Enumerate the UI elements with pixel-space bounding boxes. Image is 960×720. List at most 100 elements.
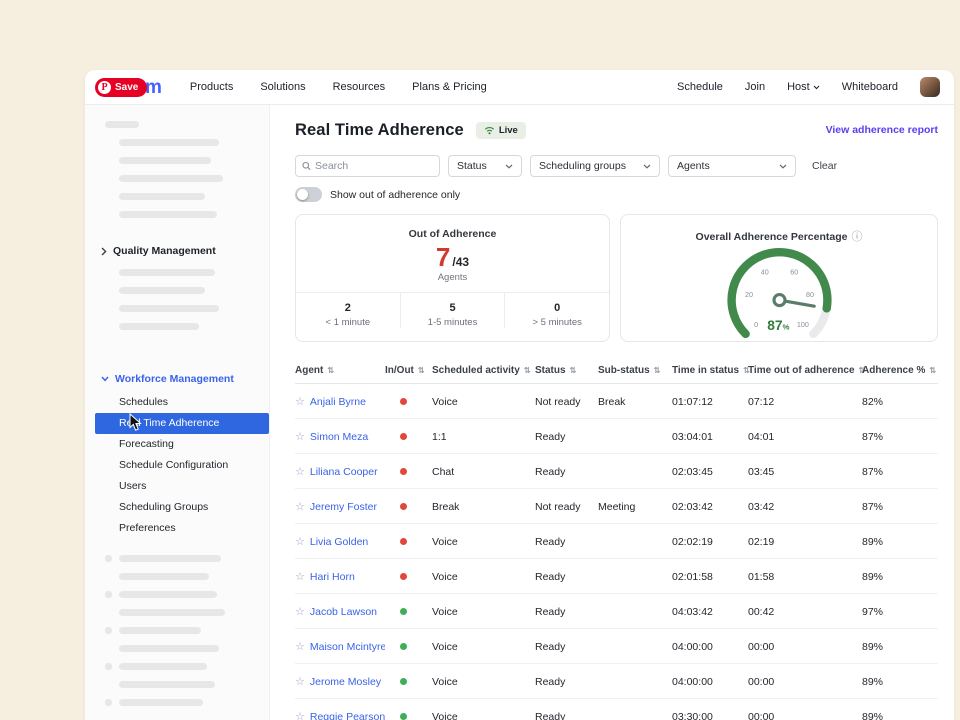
agent-name-link[interactable]: Jerome Mosley	[310, 676, 381, 688]
column-header-status[interactable]: Status⇅	[535, 358, 598, 384]
table-row[interactable]: ☆Jeremy Foster Break Not ready Meeting 0…	[295, 489, 938, 524]
favorite-star-icon[interactable]: ☆	[295, 466, 305, 478]
table-row[interactable]: ☆Livia Golden Voice Ready 02:02:19 02:19…	[295, 524, 938, 559]
table-row[interactable]: ☆Hari Horn Voice Ready 02:01:58 01:58 89…	[295, 559, 938, 594]
column-header-in-out[interactable]: In/Out⇅	[385, 358, 432, 384]
page-title: Real Time Adherence	[295, 121, 464, 140]
skeleton-row	[105, 609, 269, 616]
chevron-down-icon	[813, 81, 820, 93]
in-out-status-dot	[400, 398, 407, 405]
nav-right-group: Schedule Join Host Whiteboard	[677, 77, 940, 97]
table-row[interactable]: ☆Maison Mcintyre Voice Ready 04:00:00 00…	[295, 629, 938, 664]
table-row[interactable]: ☆Simon Meza 1:1 Ready 03:04:01 04:01 87%	[295, 419, 938, 454]
favorite-star-icon[interactable]: ☆	[295, 536, 305, 548]
agent-name-link[interactable]: Simon Meza	[310, 431, 368, 443]
favorite-star-icon[interactable]: ☆	[295, 606, 305, 618]
nav-item-solutions[interactable]: Solutions	[260, 81, 305, 93]
favorite-star-icon[interactable]: ☆	[295, 501, 305, 513]
agent-name-link[interactable]: Hari Horn	[310, 571, 355, 583]
app-window: P Save m Products Solutions Resources Pl…	[85, 70, 954, 720]
top-nav: P Save m Products Solutions Resources Pl…	[85, 70, 954, 105]
sidebar-section-workforce-management[interactable]: Workforce Management	[85, 372, 269, 386]
pinterest-save-button[interactable]: P Save	[95, 78, 147, 97]
table-row[interactable]: ☆Jacob Lawson Voice Ready 04:03:42 00:42…	[295, 594, 938, 629]
nav-item-schedule[interactable]: Schedule	[677, 81, 723, 93]
stat-cards: Out of Adherence 7 /43 Agents 2 < 1 minu…	[295, 214, 938, 342]
time-in-status-cell: 03:30:00	[672, 699, 748, 720]
scheduling-groups-select[interactable]: Scheduling groups	[530, 155, 660, 177]
scheduled-activity-cell: Voice	[432, 699, 535, 720]
nav-item-whiteboard[interactable]: Whiteboard	[842, 81, 898, 93]
sidebar-item-users[interactable]: Users	[85, 476, 269, 497]
agent-name-link[interactable]: Maison Mcintyre	[310, 641, 385, 653]
adherence-cell: 89%	[862, 629, 938, 664]
skeleton-bar	[105, 121, 139, 128]
sidebar-section-quality-management[interactable]: Quality Management	[85, 244, 269, 258]
chevron-right-icon	[101, 247, 107, 256]
agent-name-link[interactable]: Reggie Pearson	[310, 711, 385, 720]
column-header-time-in-status[interactable]: Time in status⇅	[672, 358, 748, 384]
agent-name-link[interactable]: Jeremy Foster	[310, 501, 377, 513]
favorite-star-icon[interactable]: ☆	[295, 396, 305, 408]
search-input[interactable]	[315, 160, 433, 172]
status-cell: Ready	[535, 699, 598, 720]
sub-status-cell	[598, 594, 672, 629]
favorite-star-icon[interactable]: ☆	[295, 711, 305, 720]
table-row[interactable]: ☆Jerome Mosley Voice Ready 04:00:00 00:0…	[295, 664, 938, 699]
adherence-cell: 87%	[862, 454, 938, 489]
view-adherence-report-link[interactable]: View adherence report	[826, 124, 938, 136]
sub-status-cell: Break	[598, 384, 672, 419]
sidebar-item-preferences[interactable]: Preferences	[85, 518, 269, 539]
agent-name-link[interactable]: Jacob Lawson	[310, 606, 377, 618]
column-header-adherence[interactable]: Adherence %⇅	[862, 358, 938, 384]
table-row[interactable]: ☆Liliana Cooper Chat Ready 02:03:45 03:4…	[295, 454, 938, 489]
nav-item-plans-pricing[interactable]: Plans & Pricing	[412, 81, 487, 93]
column-header-time-out-of-adherence[interactable]: Time out of adherence⇅	[748, 358, 862, 384]
table-row[interactable]: ☆Reggie Pearson Voice Ready 03:30:00 00:…	[295, 699, 938, 720]
column-header-sub-status[interactable]: Sub-status⇅	[598, 358, 672, 384]
agent-name-link[interactable]: Livia Golden	[310, 536, 368, 548]
adherence-breakdown: 2 < 1 minute 5 1-5 minutes 0 > 5 minutes	[296, 293, 609, 328]
nav-item-products[interactable]: Products	[190, 81, 233, 93]
sidebar-item-forecasting[interactable]: Forecasting	[85, 434, 269, 455]
in-out-status-dot	[400, 433, 407, 440]
info-icon[interactable]: ⓘ	[851, 231, 862, 243]
favorite-star-icon[interactable]: ☆	[295, 676, 305, 688]
status-select[interactable]: Status	[448, 155, 522, 177]
gauge-tick: 20	[744, 291, 752, 299]
in-out-status-dot	[400, 643, 407, 650]
nav-item-join[interactable]: Join	[745, 81, 765, 93]
sidebar-item-scheduling-groups[interactable]: Scheduling Groups	[85, 497, 269, 518]
sidebar-item-schedules[interactable]: Schedules	[85, 392, 269, 413]
table-header-row: Agent⇅ In/Out⇅ Scheduled activity⇅ Statu…	[295, 358, 938, 384]
user-avatar[interactable]	[920, 77, 940, 97]
column-header-scheduled-activity[interactable]: Scheduled activity⇅	[432, 358, 535, 384]
live-badge: Live	[476, 122, 526, 139]
brand-logo[interactable]: m	[145, 78, 162, 97]
favorite-star-icon[interactable]: ☆	[295, 641, 305, 653]
nav-item-resources[interactable]: Resources	[333, 81, 386, 93]
column-header-agent[interactable]: Agent⇅	[295, 358, 385, 384]
agent-name-link[interactable]: Liliana Cooper	[310, 466, 378, 478]
sidebar-item-real-time-adherence[interactable]: Real Time Adherence	[95, 413, 269, 434]
clear-filters-link[interactable]: Clear	[812, 160, 837, 172]
search-box[interactable]	[295, 155, 440, 177]
chevron-down-icon	[101, 376, 109, 382]
agent-name-link[interactable]: Anjali Byrne	[310, 396, 366, 408]
time-in-status-cell: 03:04:01	[672, 419, 748, 454]
in-out-status-dot	[400, 573, 407, 580]
out-of-adherence-toggle[interactable]	[295, 187, 322, 202]
time-out-of-adherence-cell: 00:00	[748, 664, 862, 699]
sub-status-cell	[598, 559, 672, 594]
agents-select[interactable]: Agents	[668, 155, 796, 177]
favorite-star-icon[interactable]: ☆	[295, 571, 305, 583]
table-row[interactable]: ☆Anjali Byrne Voice Not ready Break 01:0…	[295, 384, 938, 419]
in-out-status-dot	[400, 713, 407, 720]
sidebar-item-schedule-configuration[interactable]: Schedule Configuration	[85, 455, 269, 476]
skeleton-row	[105, 627, 269, 634]
gauge-tick: 100	[796, 321, 808, 329]
favorite-star-icon[interactable]: ☆	[295, 431, 305, 443]
section-label: Quality Management	[113, 245, 216, 257]
sub-status-cell	[598, 454, 672, 489]
nav-item-host[interactable]: Host	[787, 81, 820, 93]
